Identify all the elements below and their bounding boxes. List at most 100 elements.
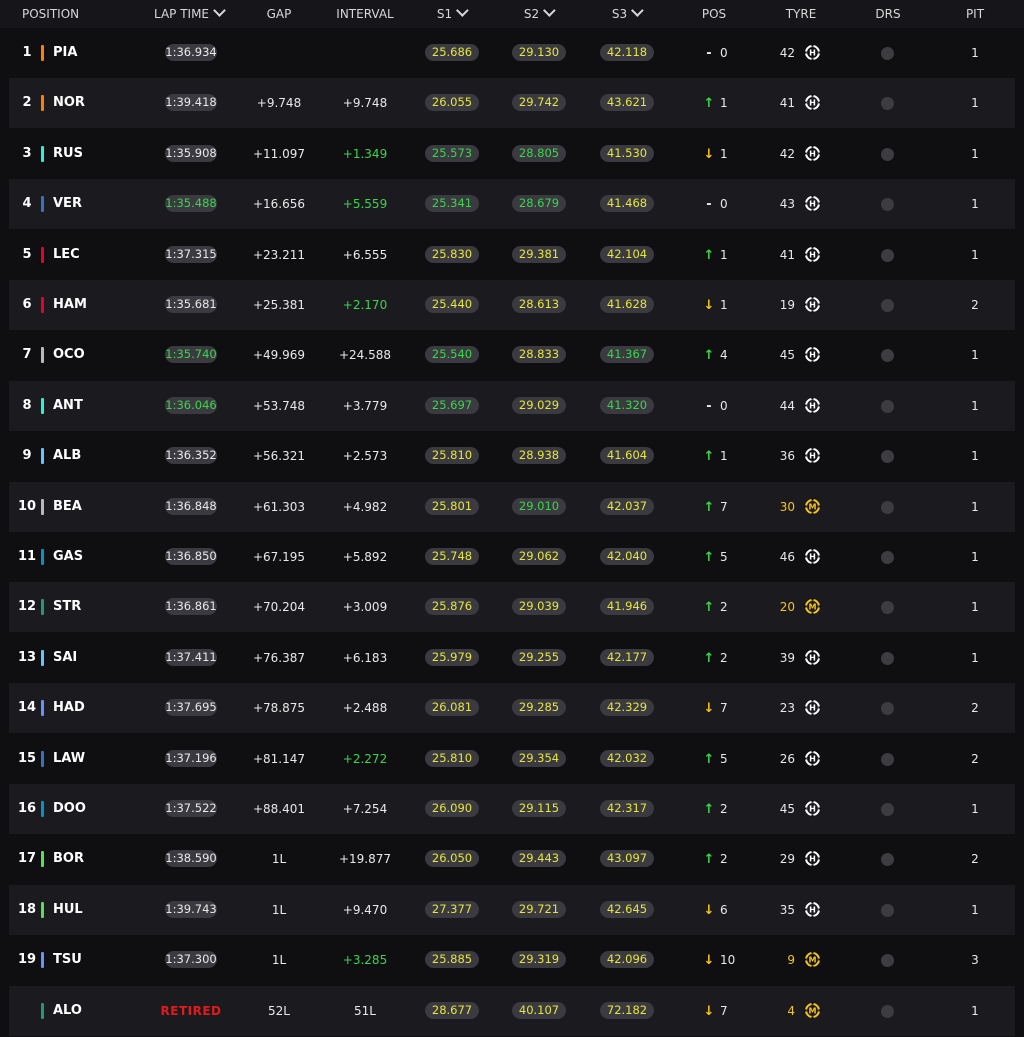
team-color-bar <box>41 700 44 717</box>
gap-value: +70.204 <box>252 600 306 615</box>
table-row[interactable]: 12 STR 1:36.861 +70.204 +3.009 25.876 29.039 41… <box>9 582 1015 633</box>
lap-time: 1:37.315 <box>165 245 217 263</box>
position-number: 14 <box>17 700 37 716</box>
position-number: 13 <box>17 649 37 665</box>
table-row[interactable]: 2 NOR 1:39.418 +9.748 +9.748 26.055 29.742 43.6… <box>9 78 1015 129</box>
team-color-bar <box>41 549 44 565</box>
sector-1-time: 25.801 <box>425 497 479 515</box>
col-pos[interactable]: POS <box>702 0 726 28</box>
position-arrow-icon: ↑ <box>703 600 715 616</box>
tyre-compound-icon: H <box>804 447 821 465</box>
sector-3-time: 41.946 <box>600 598 654 616</box>
lap-time: 1:37.300 <box>165 951 217 969</box>
tyre-age: 23 <box>779 701 795 716</box>
lap-time: 1:36.046 <box>165 396 217 414</box>
interval-value: +19.877 <box>338 852 392 867</box>
tyre-compound-icon: H <box>804 749 821 767</box>
col-drs[interactable]: DRS <box>875 0 900 28</box>
position-change-value: 1 <box>720 298 728 312</box>
sector-2-time: 28.833 <box>512 346 566 364</box>
pit-stops: 1 <box>971 398 979 413</box>
team-color-bar <box>41 851 44 868</box>
driver-code: SAI <box>53 649 78 665</box>
table-row[interactable]: 8 ANT 1:36.046 +53.748 +3.779 25.697 29.029 41.… <box>9 380 1015 431</box>
col-gap[interactable]: GAP <box>267 0 292 28</box>
pit-stops: 2 <box>971 751 979 766</box>
gap-value: +56.321 <box>252 449 306 464</box>
sector-1-time: 25.686 <box>425 44 479 61</box>
tyre-compound-letter: H <box>809 905 816 914</box>
sector-2-time: 29.062 <box>512 548 566 565</box>
pit-stops: 1 <box>971 650 979 665</box>
tyre-compound-letter: H <box>809 48 816 57</box>
position-number: 3 <box>22 145 32 161</box>
position-change: ↓ 7 <box>702 683 762 733</box>
position-change-value: 0 <box>720 398 728 413</box>
table-row[interactable]: 7 OCO 1:35.740 +49.969 +24.588 25.540 28.833 41… <box>9 330 1015 381</box>
table-row[interactable]: 19 TSU 1:37.300 1L +3.285 25.885 29.319 42.096 ↓… <box>9 935 1015 986</box>
position-number: 4 <box>22 196 32 212</box>
driver-code: RUS <box>53 145 83 161</box>
col-interval[interactable]: INTERVAL <box>336 0 393 28</box>
team-color-bar <box>41 649 44 666</box>
table-row[interactable]: 6 HAM 1:35.681 +25.381 +2.170 25.440 28.613 41.… <box>9 280 1015 330</box>
interval-value: +2.573 <box>342 449 388 464</box>
tyre-compound-letter: H <box>809 250 816 259</box>
gap-value: +78.875 <box>252 701 306 716</box>
table-row[interactable]: 9 ALB 1:36.352 +56.321 +2.573 25.810 28.938 41.… <box>9 431 1015 482</box>
position-change: ↑ 1 <box>702 78 762 128</box>
sector-3-time: 42.177 <box>600 648 654 666</box>
tyre-age: 42 <box>779 46 795 60</box>
team-color-bar <box>41 750 44 767</box>
table-row[interactable]: 18 HUL 1:39.743 1L +9.470 27.377 29.721 42.645 ↓… <box>9 884 1015 935</box>
position-change-value: 6 <box>720 902 728 917</box>
table-row[interactable]: 1 PIA 1:36.934 25.686 29.130 42.118 -0 42 H 1 <box>9 28 1015 78</box>
table-row[interactable]: 17 BOR 1:38.590 1L +19.877 26.050 29.443 43.097… <box>9 834 1015 885</box>
lap-time: 1:37.695 <box>165 699 217 717</box>
interval-value: +5.559 <box>342 197 388 212</box>
table-row[interactable]: 5 LEC 1:37.315 +23.211 +6.555 25.830 29.381 42.… <box>9 229 1015 280</box>
tyre-compound-letter: H <box>809 804 816 813</box>
col-lap-time[interactable]: LAP TIME <box>154 0 226 28</box>
sector-2-time: 28.613 <box>512 296 566 313</box>
col-s2[interactable]: S2 <box>524 0 556 28</box>
table-row[interactable]: 16 DOO 1:37.522 +88.401 +7.254 26.090 29.115 42… <box>9 784 1015 834</box>
interval-value: +9.748 <box>342 96 388 111</box>
table-row[interactable]: 13 SAI 1:37.411 +76.387 +6.183 25.979 29.255 42… <box>9 632 1015 683</box>
lap-time: 1:39.743 <box>165 900 217 918</box>
table-row[interactable]: 15 LAW 1:37.196 +81.147 +2.272 25.810 29.354 42… <box>9 733 1015 784</box>
tyre-compound-icon: M <box>804 598 821 616</box>
table-row[interactable]: 11 GAS 1:36.850 +67.195 +5.892 25.748 29.062 42… <box>9 532 1015 582</box>
tyre-age: 4 <box>787 1003 795 1018</box>
position-arrow-icon: ↓ <box>703 953 715 969</box>
sector-2-time: 29.381 <box>512 245 566 263</box>
col-s1-label: S1 <box>436 7 453 21</box>
driver-code: BOR <box>53 851 84 867</box>
position-arrow-icon: ↓ <box>703 701 715 717</box>
table-row[interactable]: 4 VER 1:35.488 +16.656 +5.559 25.341 28.679 41.… <box>9 179 1015 230</box>
team-color-bar <box>41 95 44 112</box>
position-arrow-icon: ↑ <box>703 550 715 565</box>
tyre-compound-icon: H <box>804 94 821 112</box>
col-tyre[interactable]: TYRE <box>786 0 817 28</box>
table-row[interactable]: 10 BEA 1:36.848 +61.303 +4.982 25.801 29.010 42… <box>9 481 1015 532</box>
col-s1[interactable]: S1 <box>436 0 469 28</box>
lap-time: 1:35.681 <box>165 296 217 313</box>
table-row[interactable]: ALO RETIRED 52L 51L 28.677 40.107 72.182 ↓ 7 4 M 1 <box>9 985 1015 1036</box>
table-row[interactable]: 3 RUS 1:35.908 +11.097 +1.349 25.573 28.805 41.… <box>9 128 1015 179</box>
sector-1-time: 25.810 <box>425 447 479 465</box>
position-arrow-icon: - <box>706 398 712 414</box>
sector-3-time: 42.645 <box>600 900 654 918</box>
team-color-bar <box>41 448 44 465</box>
tyre-age: 41 <box>779 247 795 262</box>
col-pit[interactable]: PIT <box>966 0 984 28</box>
interval-value: +7.254 <box>342 802 388 816</box>
col-position[interactable]: POSITION <box>22 0 79 28</box>
pit-stops: 1 <box>971 96 979 111</box>
drs-indicator <box>881 853 894 867</box>
tyre-compound-letter: H <box>809 855 816 864</box>
position-change: ↑ 7 <box>702 482 762 532</box>
position-change-value: 7 <box>720 499 728 514</box>
col-s3[interactable]: S3 <box>612 0 644 28</box>
table-row[interactable]: 14 HAD 1:37.695 +78.875 +2.488 26.081 29.285 42… <box>9 683 1015 734</box>
